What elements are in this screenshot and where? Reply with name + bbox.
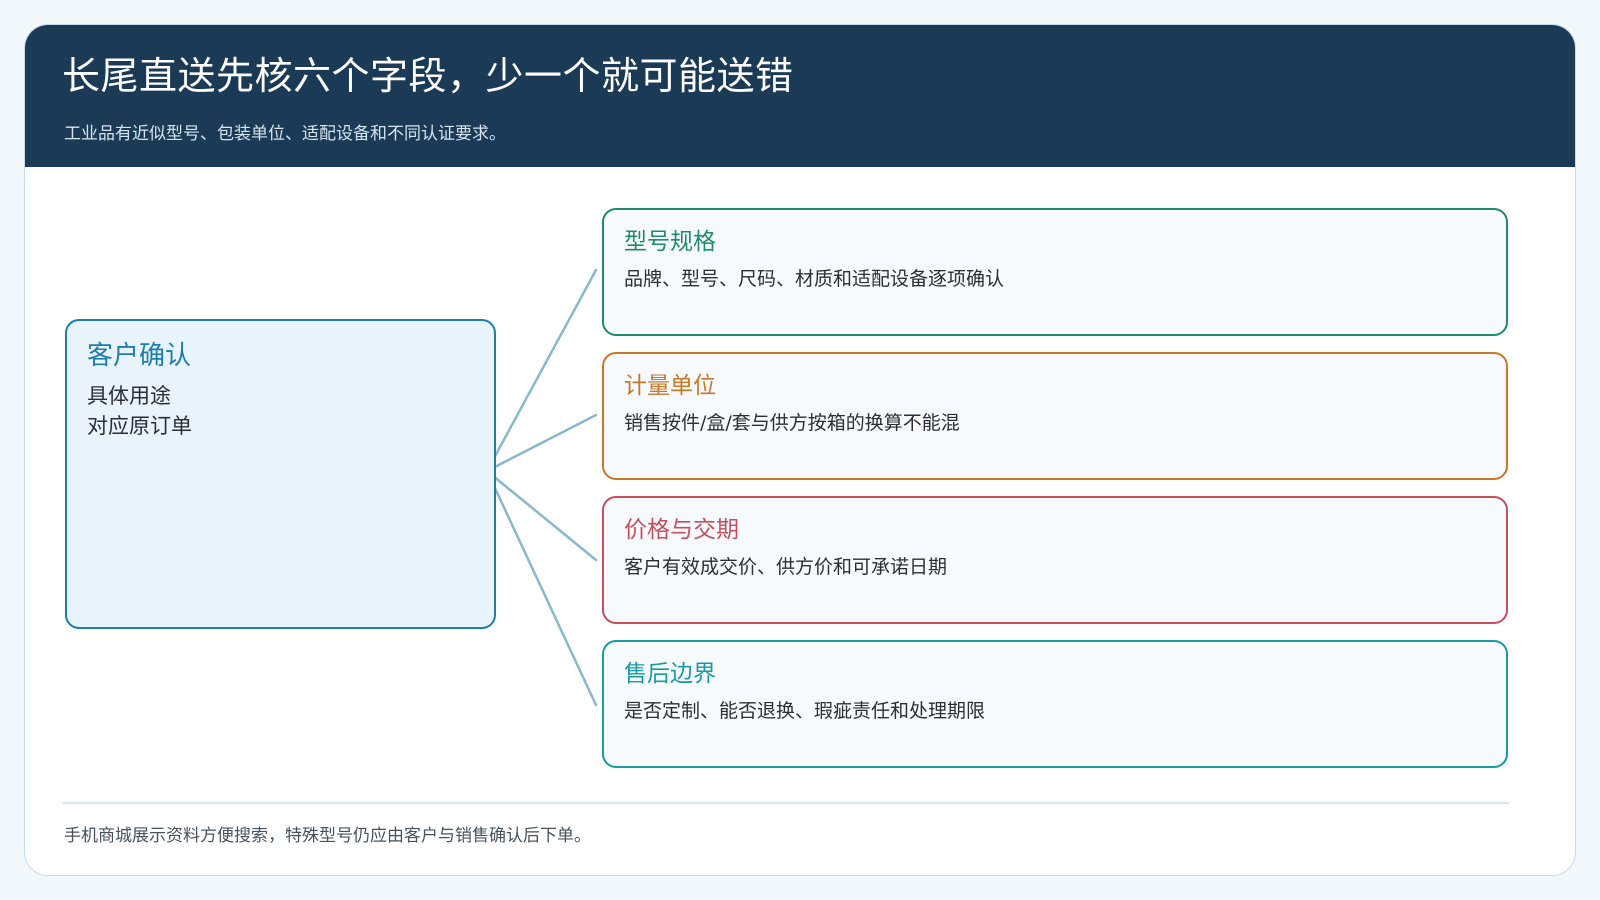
source-node-customer-confirm: 客户确认 具体用途 对应原订单 bbox=[65, 319, 496, 629]
page-subtitle: 工业品有近似型号、包装单位、适配设备和不同认证要求。 bbox=[64, 124, 506, 144]
field-node-aftersale: 售后边界 是否定制、能否退换、瑕疵责任和处理期限 bbox=[602, 640, 1508, 768]
field-node-desc: 品牌、型号、尺码、材质和适配设备逐项确认 bbox=[624, 268, 1005, 290]
connector-line-unit bbox=[485, 413, 598, 473]
slide-card: 长尾直送先核六个字段，少一个就可能送错 工业品有近似型号、包装单位、适配设备和不… bbox=[24, 24, 1576, 876]
field-node-desc: 客户有效成交价、供方价和可承诺日期 bbox=[624, 556, 948, 578]
field-node-title: 计量单位 bbox=[624, 373, 716, 399]
footer-divider bbox=[63, 802, 1509, 804]
field-node-price: 价格与交期 客户有效成交价、供方价和可承诺日期 bbox=[602, 496, 1508, 624]
connector-line-aftersale bbox=[485, 469, 598, 707]
field-node-title: 价格与交期 bbox=[624, 517, 739, 543]
source-node-title: 客户确认 bbox=[87, 341, 192, 371]
source-node-line: 对应原订单 bbox=[87, 414, 192, 438]
field-node-spec: 型号规格 品牌、型号、尺码、材质和适配设备逐项确认 bbox=[602, 208, 1508, 336]
footer-note: 手机商城展示资料方便搜索，特殊型号仍应由客户与销售确认后下单。 bbox=[64, 826, 591, 846]
source-node-line: 具体用途 bbox=[87, 384, 171, 408]
field-node-desc: 是否定制、能否退换、瑕疵责任和处理期限 bbox=[624, 700, 986, 722]
field-node-title: 售后边界 bbox=[624, 661, 716, 687]
field-node-title: 型号规格 bbox=[624, 229, 716, 255]
connector-line-price bbox=[485, 469, 598, 562]
header-banner: 长尾直送先核六个字段，少一个就可能送错 工业品有近似型号、包装单位、适配设备和不… bbox=[25, 25, 1575, 167]
connector-line-spec bbox=[485, 268, 598, 473]
field-node-desc: 销售按件/盒/套与供方按箱的换算不能混 bbox=[624, 412, 960, 434]
field-node-unit: 计量单位 销售按件/盒/套与供方按箱的换算不能混 bbox=[602, 352, 1508, 480]
page-title: 长尾直送先核六个字段，少一个就可能送错 bbox=[62, 54, 794, 98]
